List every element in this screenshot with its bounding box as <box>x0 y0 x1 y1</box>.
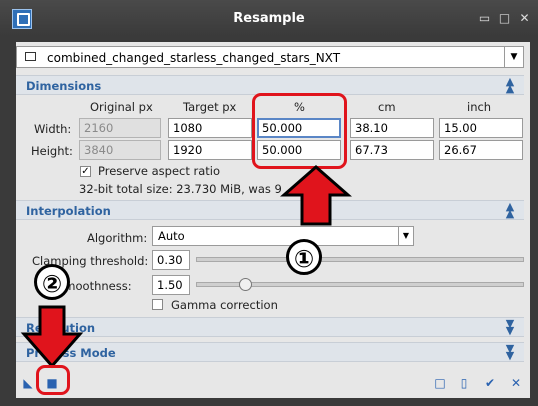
dimensions-section-title: Dimensions <box>26 79 102 93</box>
height-inch-field[interactable]: 26.67 <box>439 140 523 160</box>
expand-icon[interactable]: ▼ ▼ <box>504 318 516 336</box>
header-target-px: Target px <box>183 100 237 114</box>
image-view-icon <box>25 52 36 61</box>
width-original-field: 2160 <box>79 118 161 138</box>
header-inch: inch <box>467 100 492 114</box>
annotation-down-arrow <box>20 305 84 369</box>
algorithm-select[interactable]: Auto ▼ <box>152 226 414 246</box>
width-inch-field[interactable]: 15.00 <box>439 118 523 138</box>
smoothness-slider-thumb[interactable] <box>238 278 252 291</box>
height-cm-field[interactable]: 67.73 <box>350 140 434 160</box>
resolution-section-header[interactable]: Resolution ▼▼ <box>16 317 524 337</box>
collapse-icon[interactable]: ▲ ▲ <box>504 201 516 219</box>
reset-icon[interactable]: ✕ <box>510 377 522 389</box>
annotation-step-two: ② <box>34 264 70 300</box>
annotation-up-arrow <box>280 165 352 226</box>
resample-window: Resample ▭ □ ✕ combined_changed_starless… <box>0 0 538 406</box>
chevron-down-icon[interactable]: ▼ <box>398 227 413 245</box>
interpolation-section-title: Interpolation <box>26 204 111 218</box>
collapse-icon[interactable]: ▲ ▲ <box>504 76 516 94</box>
annotation-highlight-percent <box>252 93 347 169</box>
bottom-toolbar: ◣ ■ □ ▯ ✔ ✕ <box>16 370 530 398</box>
clamping-field[interactable]: 0.30 <box>152 250 190 270</box>
float-icon[interactable]: □ <box>498 12 511 24</box>
gamma-correction-checkbox[interactable] <box>152 299 163 310</box>
header-original-px: Original px <box>90 100 153 114</box>
width-label: Width: <box>34 122 72 136</box>
apply-icon[interactable]: ✔ <box>484 377 496 389</box>
new-instance-icon[interactable]: ◣ <box>22 377 34 389</box>
expand-icon[interactable]: ▼ ▼ <box>504 343 516 361</box>
total-size-text: 32-bit total size: 23.730 MiB, was 9 <box>79 182 282 196</box>
window-title: Resample <box>233 11 305 26</box>
smoothness-field[interactable]: 1.50 <box>152 275 190 295</box>
browse-documentation-icon[interactable]: □ <box>434 377 446 389</box>
width-target-field[interactable]: 1080 <box>168 118 252 138</box>
header-cm: cm <box>378 100 396 114</box>
chevron-down-icon[interactable]: ▼ <box>504 47 523 67</box>
height-label: Height: <box>31 144 73 158</box>
height-target-field[interactable]: 1920 <box>168 140 252 160</box>
interpolation-section-header[interactable]: Interpolation ▲ ▲ <box>16 200 524 220</box>
annotation-step-one: ① <box>286 239 322 275</box>
shade-icon[interactable]: ▭ <box>478 12 491 24</box>
annotation-highlight-apply-global <box>36 365 70 395</box>
preserve-aspect-checkbox[interactable]: ✓ <box>80 166 91 177</box>
width-cm-field[interactable]: 38.10 <box>350 118 434 138</box>
close-icon[interactable]: ✕ <box>518 12 531 24</box>
clamping-slider-track[interactable] <box>196 257 524 262</box>
algorithm-label: Algorithm: <box>87 231 148 245</box>
algorithm-value: Auto <box>158 229 185 243</box>
dimensions-section-header[interactable]: Dimensions ▲ ▲ <box>16 75 524 95</box>
process-mode-section-header[interactable]: Process Mode ▼ ▼ <box>16 342 524 362</box>
title-bar[interactable]: Resample ▭ □ ✕ <box>0 0 538 36</box>
preserve-aspect-label: Preserve aspect ratio <box>98 164 221 178</box>
gamma-correction-label: Gamma correction <box>171 298 278 312</box>
height-original-field: 3840 <box>79 140 161 160</box>
view-selector[interactable]: combined_changed_starless_changed_stars_… <box>16 46 524 68</box>
edit-instance-icon[interactable]: ▯ <box>458 377 470 389</box>
view-selector-value: combined_changed_starless_changed_stars_… <box>47 51 341 65</box>
